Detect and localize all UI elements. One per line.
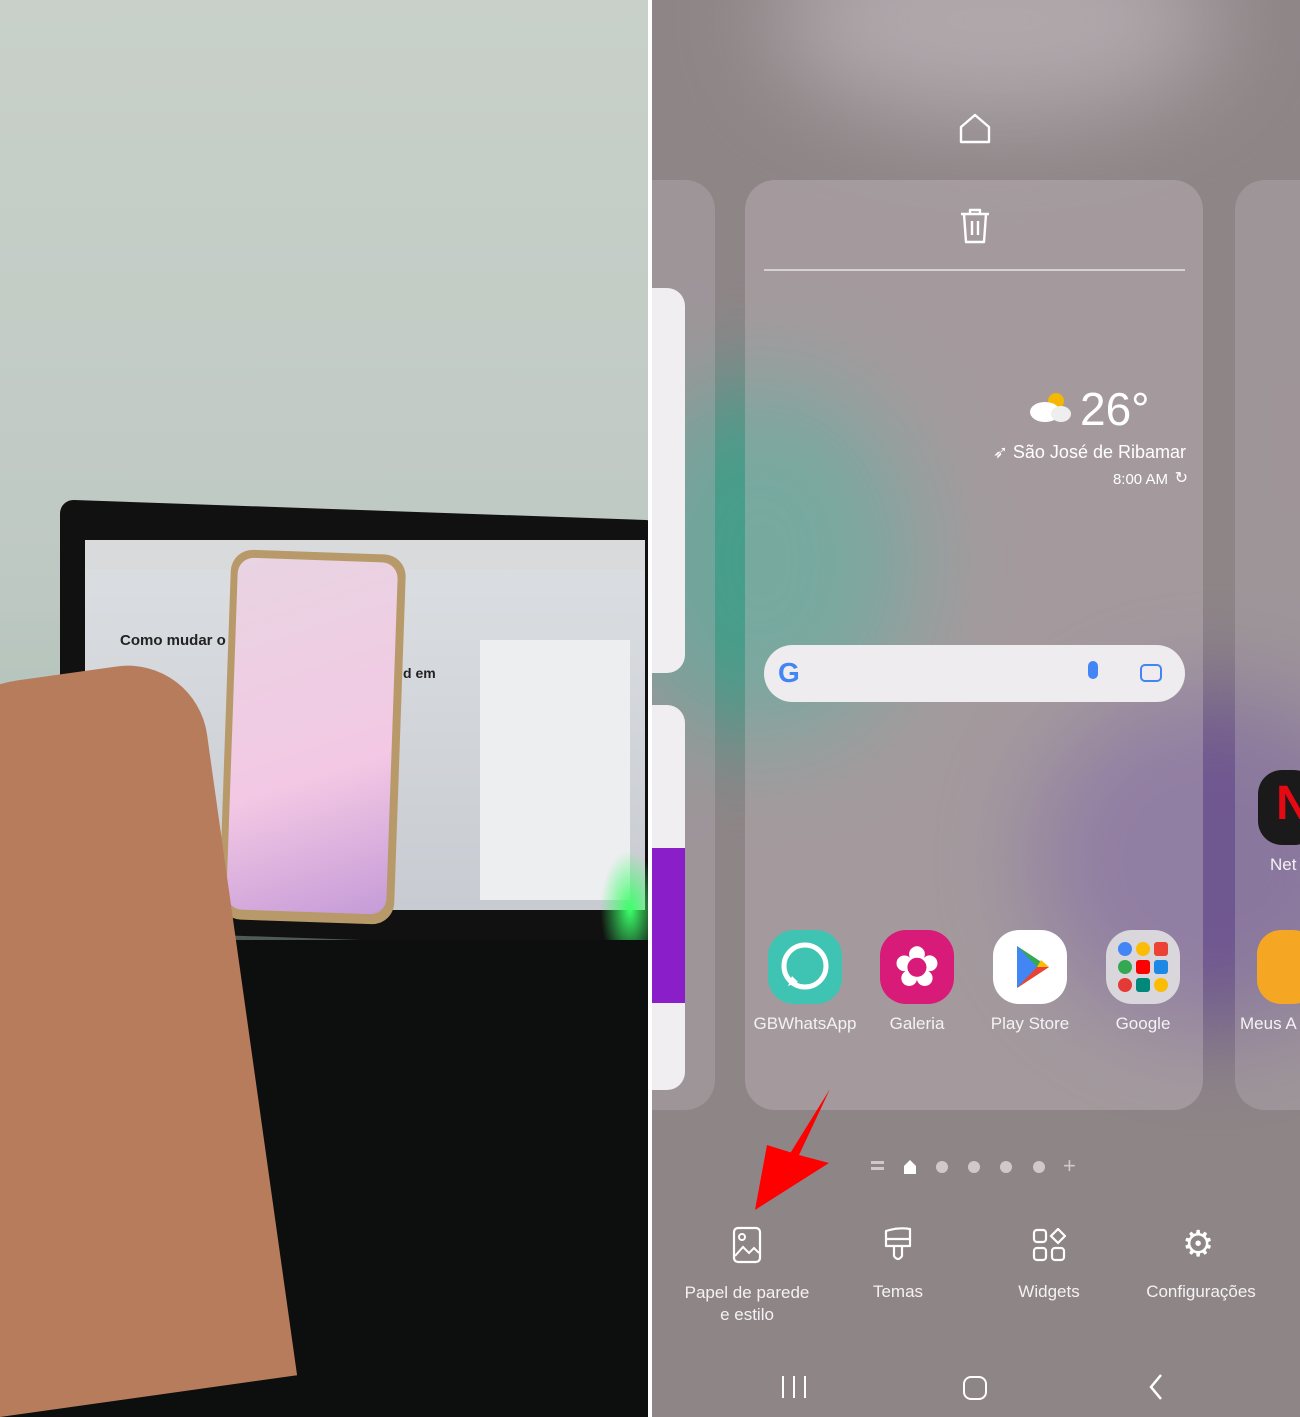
- add-page-icon[interactable]: +: [1063, 1153, 1076, 1179]
- refresh-icon[interactable]: ↻: [1175, 468, 1188, 488]
- home-screen-edit-mode: N Net Meus A 26° ➶ São José de Ribamar 8…: [652, 0, 1300, 1417]
- home-page-icon[interactable]: [958, 112, 992, 146]
- page-dot[interactable]: [968, 1161, 980, 1173]
- app-label: GBWhatsApp: [753, 1014, 857, 1033]
- weather-time: 8:00 AM: [1112, 471, 1168, 488]
- google-logo-icon: G: [778, 657, 800, 688]
- play-store-icon: [993, 930, 1067, 1004]
- temperature: 26°: [1080, 383, 1150, 435]
- google-search-bar[interactable]: G: [764, 645, 1185, 702]
- page-dot[interactable]: [1000, 1161, 1012, 1173]
- wallpaper-icon: [732, 1226, 762, 1264]
- gbwhatsapp-icon: [768, 930, 842, 1004]
- google-folder-icon: [1106, 930, 1180, 1004]
- brush-icon: [883, 1226, 913, 1264]
- home-button[interactable]: [963, 1376, 987, 1400]
- trash-icon[interactable]: [959, 207, 991, 245]
- reorder-pages-icon[interactable]: [871, 1161, 884, 1164]
- left-page-content: [652, 288, 685, 673]
- gear-icon: ⚙: [1182, 1223, 1215, 1264]
- back-button[interactable]: [1148, 1373, 1164, 1401]
- partly-cloudy-icon: [1028, 390, 1072, 424]
- left-page-image: [652, 848, 685, 1003]
- lens-camera-icon[interactable]: [1140, 664, 1162, 682]
- phone: [218, 549, 407, 925]
- recents-button[interactable]: [782, 1376, 806, 1398]
- page-dot[interactable]: [936, 1161, 948, 1173]
- my-files-app-icon[interactable]: [1257, 930, 1300, 1004]
- app-label: Google: [1115, 1014, 1171, 1033]
- location: ➶ São José de Ribamar: [992, 442, 1186, 462]
- widgets-icon: [1032, 1228, 1066, 1262]
- my-files-label: Meus A: [1240, 1014, 1297, 1033]
- option-label: Temas: [872, 1282, 924, 1301]
- microphone-icon[interactable]: [1088, 661, 1098, 679]
- app-label: Play Store: [990, 1014, 1070, 1033]
- page-dot[interactable]: [1033, 1161, 1045, 1173]
- home-page-dot-icon[interactable]: [903, 1159, 917, 1175]
- gallery-flower-icon: ✿: [880, 930, 954, 1004]
- red-arrow-annotation: [737, 1085, 837, 1215]
- laptop-heading: Como mudar o p: [120, 632, 240, 649]
- option-label: Configurações: [1146, 1282, 1256, 1301]
- option-label: Papel de parede e estilo: [684, 1283, 810, 1324]
- netflix-app-icon[interactable]: N: [1258, 770, 1300, 845]
- netflix-label: Net: [1270, 855, 1297, 874]
- app-label: Galeria: [889, 1014, 945, 1033]
- option-label: Widgets: [1018, 1282, 1080, 1301]
- location-text: São José de Ribamar: [1012, 442, 1186, 462]
- laptop-text: d em: [403, 665, 436, 681]
- divider: [764, 269, 1185, 271]
- photo-phone-in-front-of-laptop: Como mudar o p d em: [0, 0, 648, 1417]
